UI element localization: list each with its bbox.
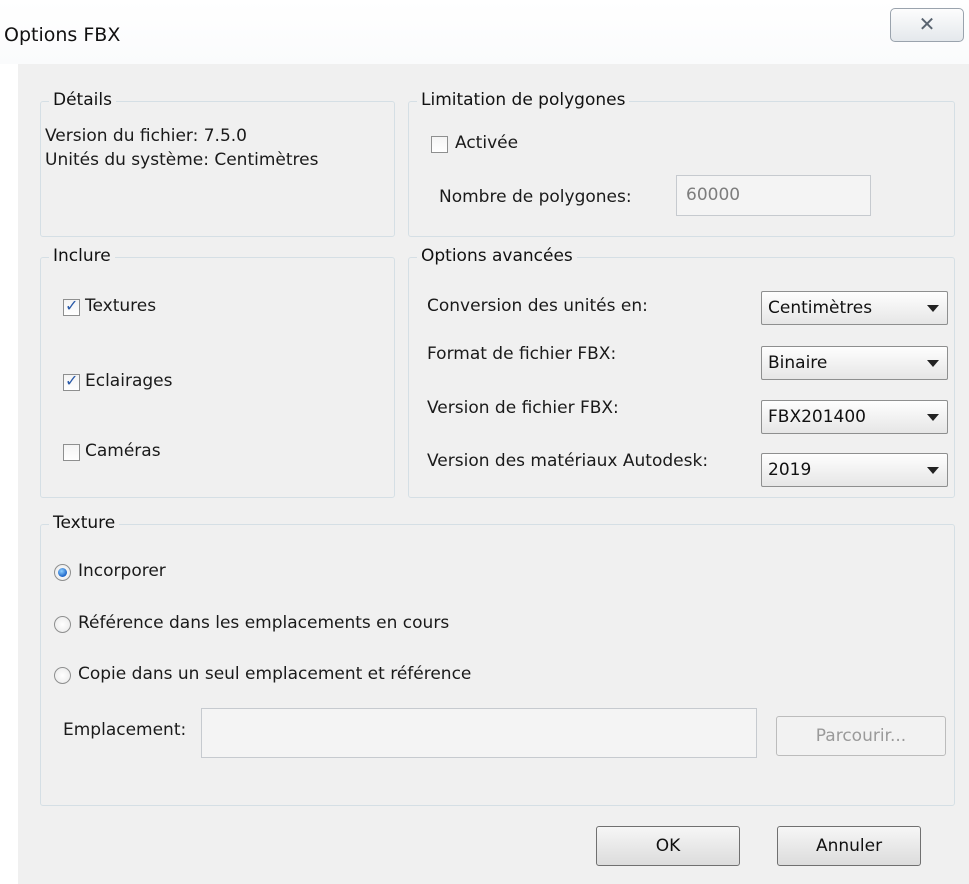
embed-radio[interactable] bbox=[54, 564, 71, 581]
include-group: Inclure Textures Eclairages Caméras bbox=[40, 245, 395, 498]
location-input[interactable] bbox=[201, 708, 757, 758]
dialog-body: Détails Version du fichier: 7.5.0 Unités… bbox=[18, 64, 969, 884]
polygon-limit-checkbox[interactable] bbox=[431, 136, 448, 153]
chevron-down-icon bbox=[927, 414, 939, 421]
close-button[interactable]: ✕ bbox=[890, 8, 964, 42]
polygon-limit-group: Limitation de polygones Activée Nombre d… bbox=[408, 89, 955, 237]
reference-current-radio[interactable] bbox=[54, 616, 71, 633]
material-version-value: 2019 bbox=[768, 460, 812, 480]
close-icon: ✕ bbox=[918, 12, 936, 36]
chevron-down-icon bbox=[927, 467, 939, 474]
details-title: Détails bbox=[49, 89, 116, 111]
texture-group: Texture Incorporer Référence dans les em… bbox=[40, 512, 955, 806]
file-format-value: Binaire bbox=[768, 353, 828, 373]
cameras-checkbox[interactable] bbox=[63, 444, 80, 461]
include-title: Inclure bbox=[49, 245, 115, 267]
cameras-label: Caméras bbox=[85, 441, 161, 461]
chevron-down-icon bbox=[927, 305, 939, 312]
textures-checkbox[interactable] bbox=[63, 296, 80, 316]
file-version-text: Version du fichier: 7.5.0 bbox=[45, 126, 247, 146]
details-group: Détails Version du fichier: 7.5.0 Unités… bbox=[40, 89, 395, 237]
ok-button[interactable]: OK bbox=[596, 826, 740, 866]
reference-current-label: Référence dans les emplacements en cours bbox=[78, 613, 450, 633]
polygon-limit-title: Limitation de polygones bbox=[417, 89, 630, 111]
unit-conversion-value: Centimètres bbox=[768, 298, 873, 318]
fbx-version-label: Version de fichier FBX: bbox=[427, 398, 619, 418]
lights-checkbox[interactable] bbox=[63, 371, 80, 391]
advanced-options-group: Options avancées Conversion des unités e… bbox=[408, 245, 955, 498]
texture-title: Texture bbox=[49, 512, 120, 534]
textures-label: Textures bbox=[85, 296, 157, 316]
polygon-limit-enabled-label: Activée bbox=[455, 133, 519, 153]
browse-button[interactable]: Parcourir... bbox=[776, 716, 946, 756]
lights-label: Eclairages bbox=[85, 371, 173, 391]
polygon-count-label: Nombre de polygones: bbox=[439, 187, 632, 207]
unit-conversion-dropdown[interactable]: Centimètres bbox=[761, 291, 948, 325]
embed-label: Incorporer bbox=[78, 561, 166, 581]
chevron-down-icon bbox=[927, 360, 939, 367]
cancel-button[interactable]: Annuler bbox=[777, 826, 921, 866]
material-version-label: Version des matériaux Autodesk: bbox=[427, 451, 709, 471]
unit-conversion-label: Conversion des unités en: bbox=[427, 296, 648, 316]
fbx-version-value: FBX201400 bbox=[768, 407, 866, 427]
location-label: Emplacement: bbox=[63, 720, 187, 740]
file-format-dropdown[interactable]: Binaire bbox=[761, 346, 948, 380]
advanced-options-title: Options avancées bbox=[417, 245, 577, 267]
title-bar: Options FBX ✕ bbox=[0, 0, 969, 64]
polygon-count-input[interactable]: 60000 bbox=[676, 175, 871, 216]
fbx-version-dropdown[interactable]: FBX201400 bbox=[761, 400, 948, 434]
copy-single-location-label: Copie dans un seul emplacement et référe… bbox=[78, 664, 472, 684]
window-title: Options FBX bbox=[4, 24, 121, 46]
file-format-label: Format de fichier FBX: bbox=[427, 344, 617, 364]
system-units-text: Unités du système: Centimètres bbox=[45, 150, 319, 170]
material-version-dropdown[interactable]: 2019 bbox=[761, 453, 948, 487]
copy-single-location-radio[interactable] bbox=[54, 667, 71, 684]
